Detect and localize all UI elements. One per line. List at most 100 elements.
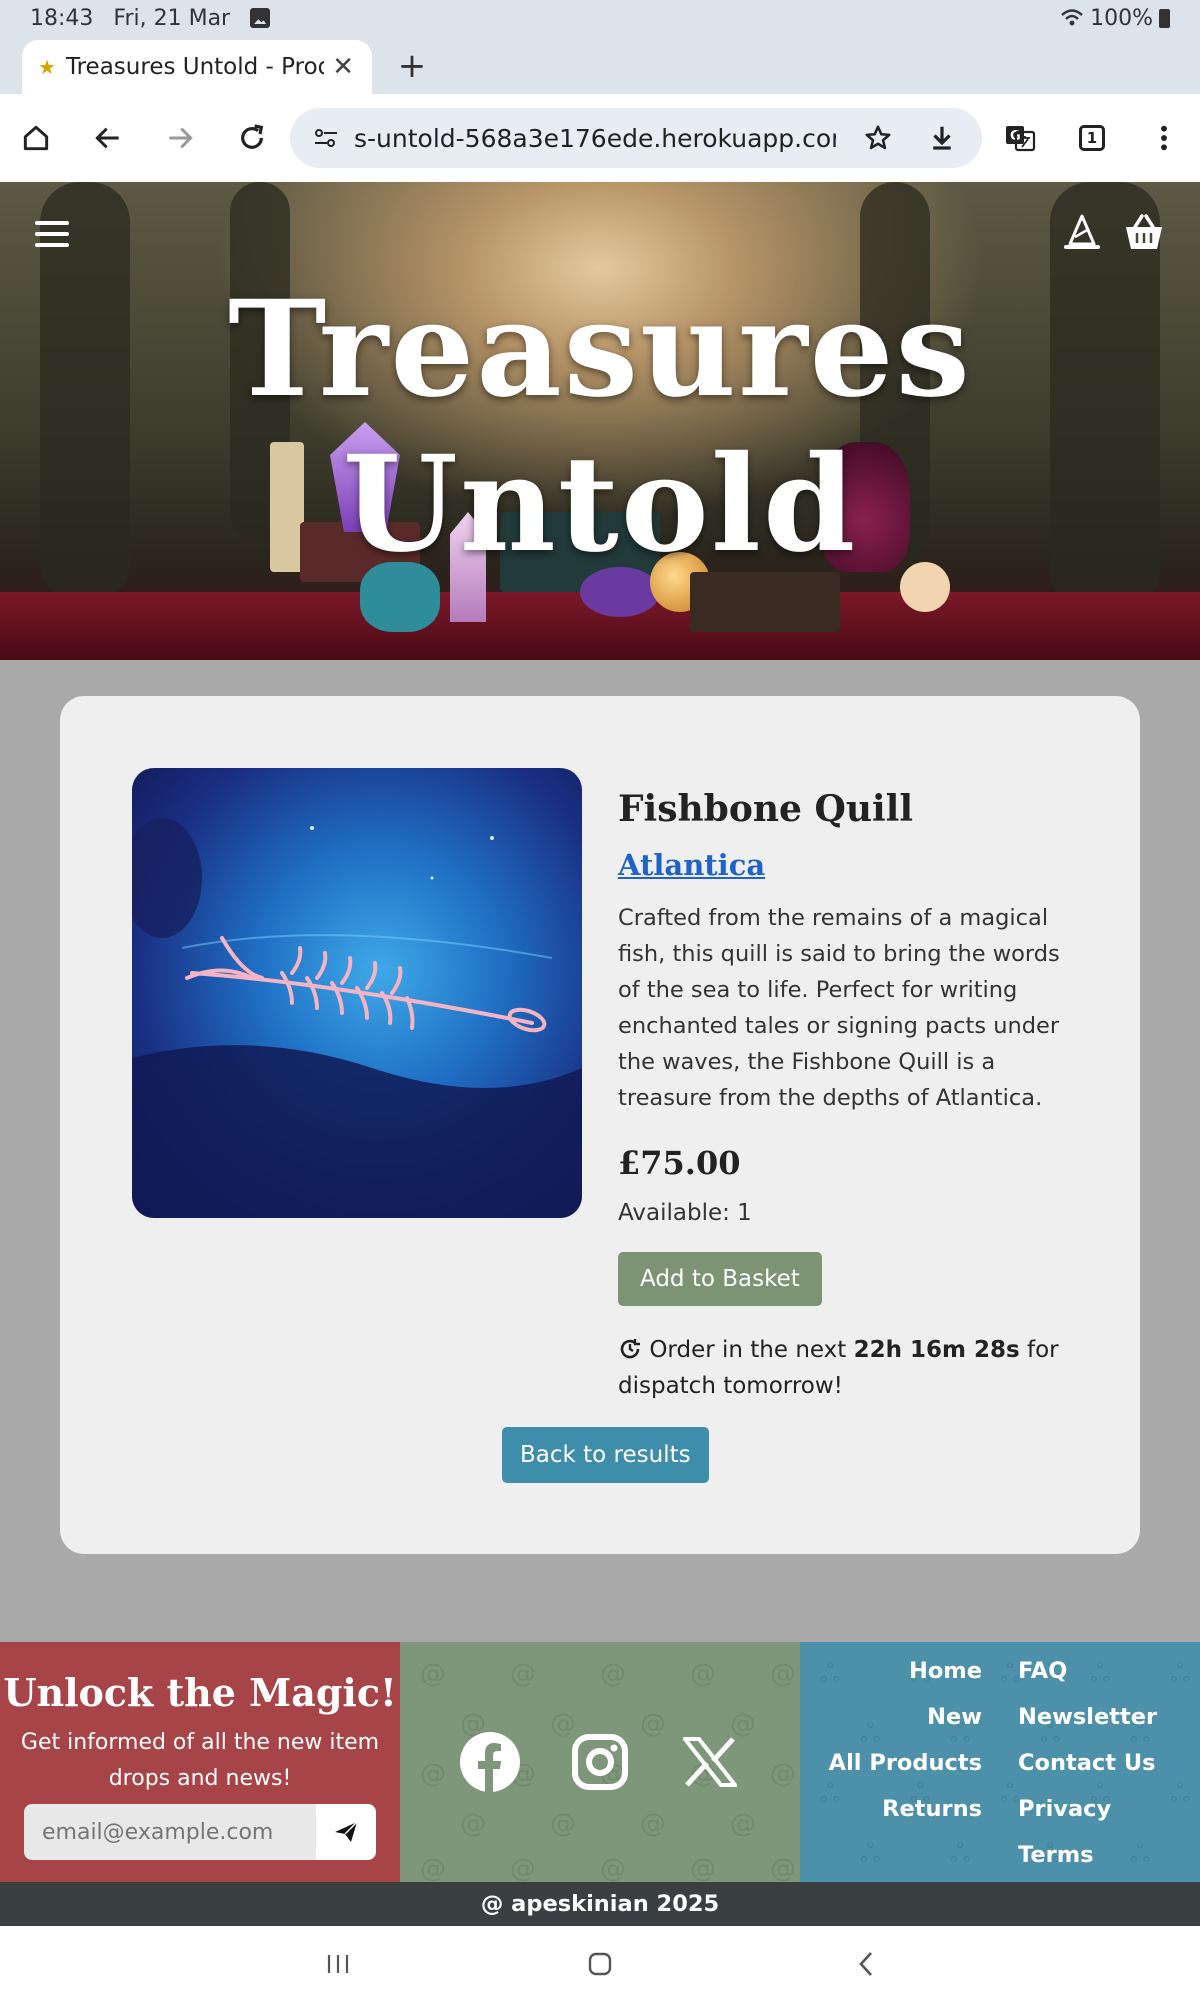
- svg-text:@: @: [730, 1809, 756, 1839]
- copyright-bar: @ apeskinian 2025: [0, 1882, 1200, 1926]
- status-date: Fri, 21 Mar: [113, 5, 231, 31]
- product-image: [132, 768, 582, 1218]
- recents-icon: [327, 1955, 349, 1973]
- svg-text:ஃ: ஃ: [1090, 1659, 1110, 1689]
- footer-link-all-products[interactable]: All Products: [829, 1750, 982, 1776]
- product-name: Fishbone Quill: [618, 788, 914, 830]
- footer-link-contact[interactable]: Contact Us: [1018, 1750, 1156, 1776]
- instagram-icon: [572, 1734, 628, 1790]
- dispatch-time: 22h 16m 28s: [853, 1337, 1020, 1363]
- product-description: Crafted from the remains of a magical fi…: [618, 905, 1060, 1111]
- status-bar: 18:43 Fri, 21 Mar 100%: [0, 0, 1200, 36]
- product-availability: Available: 1: [618, 1200, 752, 1226]
- home-square-icon: [588, 1952, 612, 1976]
- footer-link-home[interactable]: Home: [909, 1658, 982, 1684]
- new-tab-button[interactable]: +: [390, 44, 434, 88]
- hamburger-icon: [35, 221, 69, 247]
- tab-count: 1: [1079, 125, 1105, 151]
- svg-text:ஃ: ஃ: [1170, 1659, 1190, 1689]
- footer-link-faq[interactable]: FAQ: [1018, 1658, 1067, 1684]
- svg-text:@: @: [640, 1809, 666, 1839]
- close-tab-icon[interactable]: ✕: [332, 52, 354, 82]
- download-icon[interactable]: [920, 116, 964, 160]
- home-button[interactable]: [12, 114, 60, 162]
- back-to-results-button[interactable]: Back to results: [502, 1427, 709, 1483]
- svg-text:@: @: [770, 1854, 796, 1882]
- svg-text:@: @: [550, 1809, 576, 1839]
- email-input[interactable]: [24, 1804, 316, 1860]
- battery-percent: 100%: [1090, 5, 1153, 31]
- hero-banner: Treasures Untold: [0, 182, 1200, 660]
- back-nav-button[interactable]: [846, 1944, 886, 1984]
- x-link[interactable]: [678, 1730, 742, 1794]
- svg-text:@: @: [600, 1659, 626, 1689]
- svg-text:@: @: [690, 1659, 716, 1689]
- hamburger-menu-button[interactable]: [30, 212, 74, 256]
- wizard-hat-icon: [1064, 214, 1100, 249]
- product-category-link[interactable]: Atlantica: [618, 848, 765, 882]
- product-info: Fishbone Quill Atlantica Crafted from th…: [618, 788, 1088, 1404]
- browser-tab[interactable]: ★ Treasures Untold - Produ ✕: [22, 40, 372, 94]
- svg-text:ஃ: ஃ: [1130, 1839, 1150, 1869]
- svg-text:@: @: [510, 1659, 536, 1689]
- system-nav-bar: [0, 1926, 1200, 2000]
- svg-text:@: @: [420, 1759, 446, 1789]
- status-time: 18:43: [30, 5, 94, 31]
- menu-button[interactable]: [1140, 114, 1188, 162]
- footer-link-privacy[interactable]: Privacy: [1018, 1796, 1111, 1822]
- dispatch-countdown: Order in the next 22h 16m 28s for dispat…: [618, 1332, 1088, 1404]
- svg-text:ஃ: ஃ: [820, 1779, 840, 1809]
- tab-switcher-button[interactable]: 1: [1068, 114, 1116, 162]
- image-notification-icon: [250, 8, 271, 28]
- svg-text:@: @: [770, 1759, 796, 1789]
- arrow-right-icon: [169, 127, 193, 149]
- product-card: Fishbone Quill Atlantica Crafted from th…: [60, 696, 1140, 1554]
- footer-links-section: ஃஃஃஃஃ ஃஃஃஃ ஃஃஃஃஃ ஃஃஃஃ Home New All Produ…: [800, 1642, 1200, 1882]
- hero-title: Treasures Untold: [228, 272, 972, 582]
- account-button[interactable]: [1060, 210, 1104, 254]
- bookmark-star-icon[interactable]: [856, 116, 900, 160]
- translate-icon: G: [1006, 126, 1036, 152]
- basket-icon: [1126, 214, 1162, 249]
- svg-text:@: @: [460, 1809, 486, 1839]
- recents-button[interactable]: [318, 1944, 358, 1984]
- arrow-left-icon: [95, 127, 119, 149]
- svg-text:@: @: [600, 1854, 626, 1882]
- browser-toolbar: s-untold-568a3e176ede.herokuapp.com G 1: [0, 94, 1200, 182]
- svg-text:@: @: [690, 1854, 716, 1882]
- basket-button[interactable]: [1120, 210, 1168, 254]
- chevron-left-icon: [859, 1952, 872, 1976]
- instagram-link[interactable]: [568, 1730, 632, 1794]
- facebook-link[interactable]: [458, 1730, 522, 1794]
- tab-title: Treasures Untold - Produ: [65, 54, 325, 80]
- newsletter-form: [24, 1804, 376, 1860]
- address-bar[interactable]: s-untold-568a3e176ede.herokuapp.com: [290, 108, 982, 168]
- forward-button[interactable]: [156, 114, 204, 162]
- svg-text:@: @: [640, 1709, 666, 1739]
- dispatch-prefix: Order in the next: [649, 1337, 847, 1363]
- back-button[interactable]: [84, 114, 132, 162]
- translate-button[interactable]: G: [996, 114, 1044, 162]
- add-to-basket-button[interactable]: Add to Basket: [618, 1252, 822, 1306]
- footer-link-new[interactable]: New: [927, 1704, 982, 1730]
- svg-text:ஃ: ஃ: [950, 1839, 970, 1869]
- more-vertical-icon: [1161, 125, 1167, 151]
- clock-rotate-icon: [620, 1339, 640, 1359]
- product-price: £75.00: [618, 1144, 741, 1182]
- footer-link-newsletter[interactable]: Newsletter: [1018, 1704, 1157, 1730]
- svg-text:@: @: [420, 1854, 446, 1882]
- url-text: s-untold-568a3e176ede.herokuapp.com: [354, 123, 836, 153]
- site-settings-icon[interactable]: [308, 120, 344, 156]
- home-nav-button[interactable]: [580, 1944, 620, 1984]
- svg-text:@: @: [770, 1659, 796, 1689]
- social-section: @ @ @ @ @ @ @ @ @ @ @ @ @ @ @ @ @ @ @ @ @ @ @: [400, 1642, 800, 1882]
- newsletter-text: Get informed of all the new item drops a…: [20, 1730, 380, 1791]
- svg-text:ஃ: ஃ: [860, 1839, 880, 1869]
- footer-link-returns[interactable]: Returns: [882, 1796, 982, 1822]
- subscribe-button[interactable]: [316, 1804, 376, 1860]
- battery-icon: [1159, 8, 1170, 28]
- reload-button[interactable]: [228, 114, 276, 162]
- svg-text:@: @: [510, 1854, 536, 1882]
- footer-link-terms[interactable]: Terms: [1018, 1842, 1094, 1868]
- svg-text:ஃ: ஃ: [860, 1719, 880, 1749]
